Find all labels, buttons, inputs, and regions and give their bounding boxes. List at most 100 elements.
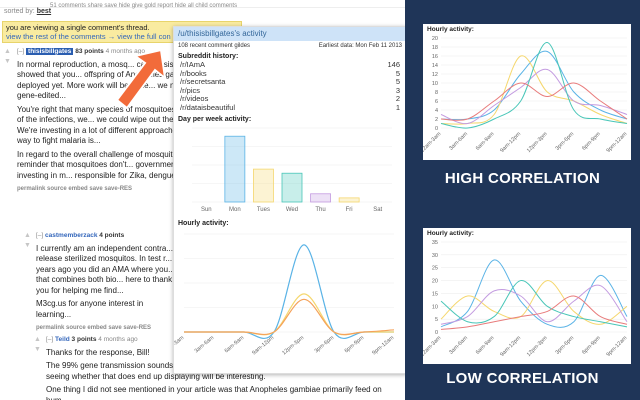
series-line bbox=[440, 280, 628, 325]
comment-paragraph: M3cg.us for anyone interest in learning.… bbox=[36, 299, 144, 319]
tick-label: Mon bbox=[229, 207, 241, 213]
y-tick-label: 8 bbox=[435, 90, 438, 96]
tick-label: Thu bbox=[315, 207, 325, 213]
x-tick-label: 3am-6am bbox=[448, 335, 469, 356]
comment-points: 3 points bbox=[71, 336, 97, 343]
tick-label: Sat bbox=[373, 207, 382, 213]
pointer-arrow-icon bbox=[115, 48, 167, 110]
y-tick-label: 10 bbox=[432, 304, 438, 310]
comment-paragraph: One thing I did not see mentioned in you… bbox=[46, 385, 382, 400]
sort-selector[interactable]: sorted by: best bbox=[4, 8, 51, 15]
sort-value[interactable]: best bbox=[37, 8, 51, 15]
upvote-icon[interactable]: ▲ bbox=[24, 232, 31, 239]
bar-wed bbox=[281, 172, 303, 203]
subreddit-row[interactable]: /r/pics 3 bbox=[174, 86, 405, 96]
subreddit-row[interactable]: /r/IAmA 146 bbox=[174, 60, 405, 70]
x-tick-label: 12am-3am bbox=[423, 335, 443, 358]
y-tick-label: 15 bbox=[432, 291, 438, 297]
tick-label: 6am-9am bbox=[224, 335, 246, 355]
series-line bbox=[440, 280, 628, 328]
downvote-icon[interactable]: ▼ bbox=[24, 242, 31, 249]
view-rest-link[interactable]: view the rest of the comments bbox=[6, 32, 106, 41]
comment-author[interactable]: Teild bbox=[55, 336, 70, 343]
comment-points: 4 points bbox=[99, 232, 125, 239]
hourly-activity-chart: 12am-3am 3am-6am 6am-9am 9am-12pm 12pm-3pm 3p… bbox=[161, 233, 396, 357]
reddit-thread-panel: 51 comments share save hide give gold re… bbox=[0, 0, 405, 400]
earliest-date: Earliest data: Mon Feb 11 2013 bbox=[318, 43, 402, 49]
popup-meta: 108 recent comment gildes Earliest data:… bbox=[174, 41, 405, 51]
subreddit-heading: Subreddit history: bbox=[178, 53, 239, 60]
post-actions-text[interactable]: 51 comments share save hide give gold re… bbox=[50, 3, 237, 9]
y-tick-label: 5 bbox=[435, 317, 438, 323]
series-line bbox=[440, 68, 628, 125]
chart-title: Hourly activity: bbox=[427, 26, 474, 33]
bar-tues bbox=[253, 168, 274, 203]
x-tick-label: 9am-12pm bbox=[499, 335, 522, 358]
x-tick-label: 12pm-3pm bbox=[526, 131, 549, 154]
day-activity-chart: Sun Mon Tues Wed Thu Fri Sat bbox=[192, 127, 392, 213]
recent-count: 108 recent comment gildes bbox=[178, 43, 251, 49]
series-line bbox=[440, 42, 628, 129]
high-correlation-label: HIGH CORRELATION bbox=[444, 170, 601, 187]
comment-author[interactable]: thisisbillgates bbox=[26, 48, 74, 55]
upvote-icon[interactable]: ▲ bbox=[4, 48, 11, 55]
series-line bbox=[183, 244, 394, 339]
comment-author[interactable]: castmemberzack bbox=[45, 232, 97, 239]
low-correlation-label: LOW CORRELATION bbox=[446, 370, 599, 387]
comment-castmemberzack: [–] castmemberzack 4 points I currently … bbox=[36, 231, 176, 334]
y-tick-label: 35 bbox=[432, 240, 438, 246]
comment-tagline: [–] castmemberzack 4 points bbox=[36, 232, 125, 239]
x-tick-label: 6pm-9pm bbox=[581, 335, 602, 356]
upvote-icon[interactable]: ▲ bbox=[34, 336, 41, 343]
x-tick-label: 9am-12pm bbox=[499, 131, 522, 154]
y-tick-label: 30 bbox=[432, 253, 438, 259]
x-tick-label: 3am-6am bbox=[448, 131, 469, 152]
series-line bbox=[440, 82, 628, 121]
bar-mon bbox=[224, 135, 246, 203]
tick-label: Wed bbox=[286, 207, 298, 213]
bar-fri bbox=[338, 197, 360, 203]
y-tick-label: 25 bbox=[432, 266, 438, 272]
x-tick-label: 6pm-9pm bbox=[581, 131, 602, 152]
view-full-context-link[interactable]: → view the full con bbox=[108, 32, 171, 41]
x-tick-label: 12pm-3pm bbox=[526, 335, 549, 358]
correlation-panel: Hourly activity: 0 2 4 6 8 10 12 14 16 18 20 12am-3… bbox=[405, 0, 640, 400]
bar-thu bbox=[310, 193, 331, 203]
tick-label: 3pm-6pm bbox=[314, 335, 336, 355]
chart-title: Hourly activity: bbox=[427, 230, 474, 237]
comment-time: 4 months ago bbox=[98, 336, 138, 343]
downvote-icon[interactable]: ▼ bbox=[34, 346, 41, 353]
tick-label: Tues bbox=[257, 207, 270, 213]
popup-title[interactable]: /u/thisisbillgates's activity bbox=[174, 27, 405, 41]
x-tick-label: 6am-9am bbox=[475, 335, 496, 356]
subreddit-row[interactable]: /r/dataisbeautiful 1 bbox=[174, 103, 405, 113]
x-tick-label: 12am-3am bbox=[423, 131, 443, 154]
series-line bbox=[440, 50, 628, 121]
y-tick-label: 6 bbox=[435, 99, 438, 105]
downvote-icon[interactable]: ▼ bbox=[4, 58, 11, 65]
x-tick-label: 6am-9am bbox=[475, 131, 496, 152]
y-tick-label: 18 bbox=[432, 45, 438, 51]
x-tick-label: 3pm-6pm bbox=[555, 131, 576, 152]
tick-label: Sun bbox=[201, 207, 212, 213]
y-tick-label: 14 bbox=[432, 63, 438, 69]
day-activity-heading: Day per week activity: bbox=[178, 116, 252, 123]
y-tick-label: 20 bbox=[432, 279, 438, 285]
series-line bbox=[183, 298, 395, 336]
low-correlation-chart-card: Hourly activity: 0 5 10 15 20 25 30 35 12am-3am 3… bbox=[420, 228, 631, 364]
tick-label: Fri bbox=[346, 207, 353, 213]
hourly-activity-heading: Hourly activity: bbox=[178, 220, 229, 227]
subreddit-row[interactable]: /r/secretsanta 5 bbox=[174, 77, 405, 87]
comment-actions[interactable]: permalink source embed save save-RES bbox=[36, 323, 176, 334]
comment-points: 83 points bbox=[75, 48, 104, 55]
user-activity-popup: /u/thisisbillgates's activity 108 recent… bbox=[161, 26, 405, 374]
x-tick-label: 9pm-12am bbox=[606, 335, 629, 358]
high-correlation-chart-card: Hourly activity: 0 2 4 6 8 10 12 14 16 18 20 12am-3… bbox=[420, 24, 631, 160]
x-tick-label: 9pm-12am bbox=[606, 131, 629, 154]
x-tick-label: 3pm-6pm bbox=[555, 335, 576, 356]
y-tick-label: 12 bbox=[432, 72, 438, 78]
comment-paragraph: I currently am an independent contra... … bbox=[36, 243, 175, 295]
y-tick-label: 2 bbox=[435, 117, 438, 123]
sort-label: sorted by: bbox=[4, 8, 35, 15]
tick-label: 12pm-3pm bbox=[281, 335, 305, 357]
